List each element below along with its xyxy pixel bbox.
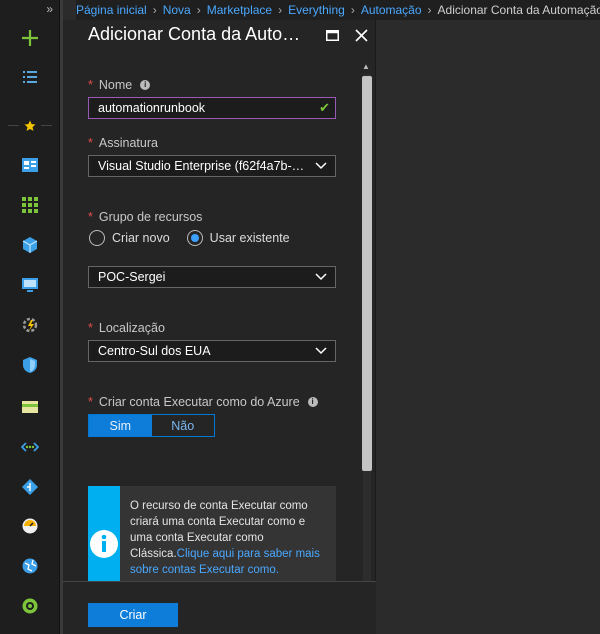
star-icon[interactable] — [0, 111, 60, 141]
run-as-label: * Criar conta Executar como do Azure i — [88, 395, 318, 409]
scroll-up-icon[interactable]: ▲ — [362, 62, 370, 71]
add-automation-account-blade: Adicionar Conta da Automa... * Nome i auto… — [63, 20, 376, 634]
resource-group-radios: Criar novo Usar existente — [89, 230, 290, 246]
gear-lightning-icon[interactable] — [0, 310, 60, 340]
blade-title: Adicionar Conta da Automa... — [88, 24, 313, 44]
breadcrumb-everything[interactable]: Everything — [288, 3, 345, 17]
resource-group-dropdown[interactable]: POC-Sergei — [88, 266, 336, 288]
plus-icon[interactable] — [0, 23, 60, 53]
card-icon[interactable] — [0, 392, 60, 422]
info-icon[interactable]: i — [307, 397, 318, 407]
chevron-down-icon — [315, 273, 327, 281]
shield-icon[interactable] — [0, 350, 60, 380]
chevron-down-icon — [315, 347, 327, 355]
radio-create-new[interactable] — [89, 230, 105, 246]
monitor-icon[interactable] — [0, 270, 60, 300]
diamond-icon[interactable] — [0, 472, 60, 502]
toggle-no[interactable]: Não — [152, 415, 215, 436]
blade-scrollbar[interactable]: ▲ ▼ — [360, 62, 374, 602]
circle-icon[interactable] — [0, 591, 60, 621]
breadcrumb-current: Adicionar Conta da Automação — [437, 3, 600, 17]
create-button[interactable]: Criar — [88, 603, 178, 627]
close-icon[interactable] — [350, 24, 372, 46]
name-label: * Nome i — [88, 78, 151, 92]
resource-group-label: * Grupo de recursos — [88, 210, 203, 224]
breadcrumb: Página inicial › Nova › Marketplace › Ev… — [76, 0, 600, 20]
gauge-icon[interactable] — [0, 511, 60, 541]
cube-icon[interactable] — [0, 230, 60, 260]
globe-icon[interactable] — [0, 551, 60, 581]
network-icon[interactable] — [0, 432, 60, 462]
subscription-dropdown[interactable]: Visual Studio Enterprise (f62f4a7b-17ea.… — [88, 155, 336, 177]
info-icon[interactable]: i — [140, 80, 151, 90]
name-field[interactable]: automationrunbook ✔ — [88, 97, 336, 119]
blade-footer: Criar — [63, 581, 376, 634]
run-as-toggle: Sim Não — [88, 414, 215, 437]
scrollbar-thumb[interactable] — [362, 76, 372, 471]
list-icon[interactable] — [0, 62, 60, 92]
blade-form: * Nome i automationrunbook ✔ * Assinatura V… — [63, 62, 376, 602]
chevron-down-icon — [315, 162, 327, 170]
radio-use-existing[interactable] — [186, 230, 203, 246]
breadcrumb-marketplace[interactable]: Marketplace — [207, 3, 272, 17]
grid-icon[interactable] — [0, 190, 60, 220]
portal: » Página inicial › Nova › Marketplace › … — [0, 0, 600, 634]
sidebar: » — [0, 0, 60, 634]
dashboard-icon[interactable] — [0, 150, 60, 180]
empty-canvas — [377, 20, 600, 634]
breadcrumb-automation[interactable]: Automação — [361, 3, 422, 17]
breadcrumb-home[interactable]: Página inicial — [76, 3, 147, 17]
location-label: * Localização — [88, 321, 165, 335]
maximize-icon[interactable] — [321, 24, 343, 46]
checkmark-icon: ✔ — [319, 100, 330, 115]
breadcrumb-new[interactable]: Nova — [163, 3, 191, 17]
expand-sidebar-icon[interactable]: » — [46, 2, 53, 16]
subscription-label: * Assinatura — [88, 136, 158, 150]
location-dropdown[interactable]: Centro-Sul dos EUA — [88, 340, 336, 362]
toggle-yes[interactable]: Sim — [89, 415, 152, 436]
